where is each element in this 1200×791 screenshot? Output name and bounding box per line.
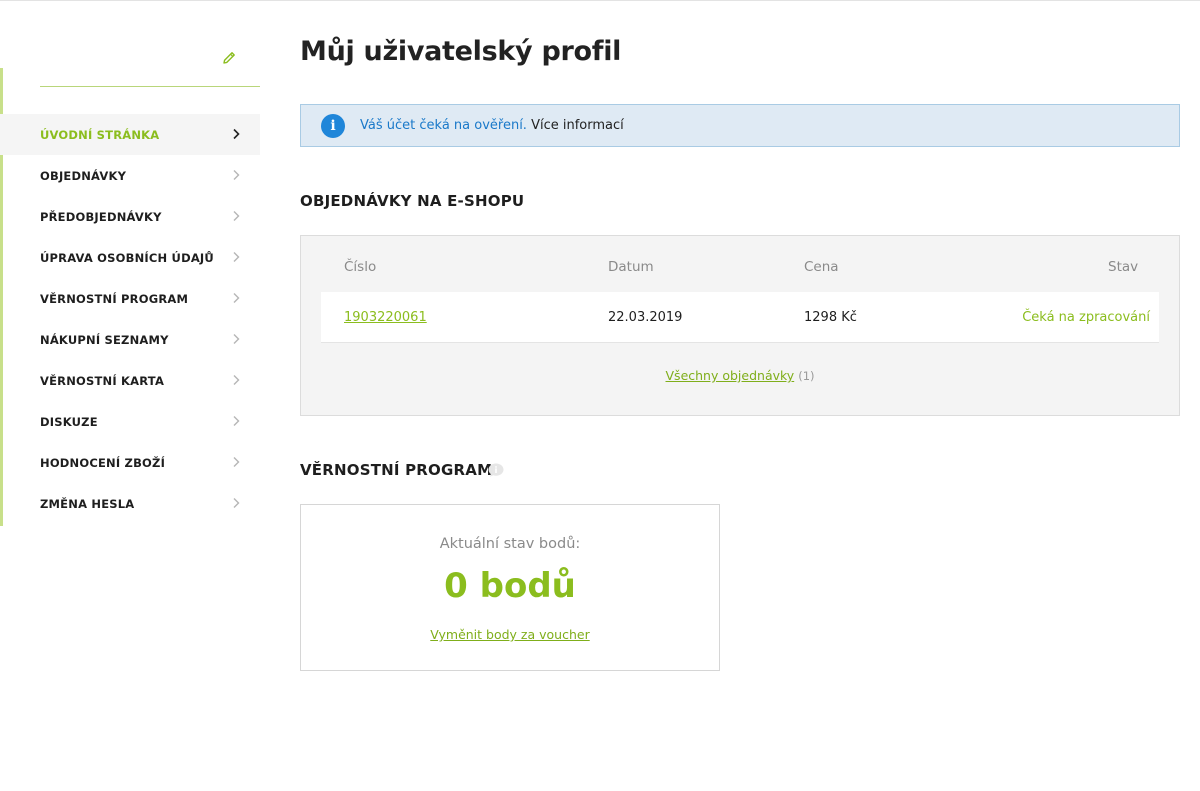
chevron-right-icon [233, 498, 240, 508]
sidebar-item-label: OBJEDNÁVKY [40, 168, 127, 183]
sidebar-item-product-reviews[interactable]: HODNOCENÍ ZBOŽÍ [0, 442, 260, 483]
sidebar-item-orders[interactable]: OBJEDNÁVKY [0, 155, 260, 196]
chevron-right-icon [233, 457, 240, 467]
sidebar-item-label: HODNOCENÍ ZBOŽÍ [40, 455, 166, 470]
sidebar-item-change-password[interactable]: ZMĚNA HESLA [0, 483, 260, 524]
page-title: Můj uživatelský profil [300, 36, 622, 67]
column-header-date: Datum [608, 259, 654, 275]
loyalty-points-card: Aktuální stav bodů: 0 bodů Vyměnit body … [300, 504, 720, 671]
orders-table: Číslo Datum Cena Stav 1903220061 22.03.2… [300, 235, 1180, 416]
table-row: 1903220061 22.03.2019 1298 Kč Čeká na zp… [321, 292, 1159, 343]
chevron-right-icon [233, 252, 240, 262]
sidebar-nav: ÚVODNÍ STRÁNKA OBJEDNÁVKY PŘEDOBJEDNÁVKY… [0, 114, 260, 524]
sidebar-item-label: VĚRNOSTNÍ PROGRAM [40, 291, 189, 306]
verification-info-banner: i Váš účet čeká na ověření. Více informa… [300, 104, 1180, 147]
orders-table-header: Číslo Datum Cena Stav [301, 236, 1179, 292]
order-number-link[interactable]: 1903220061 [344, 310, 427, 325]
sidebar-item-personal-data[interactable]: ÚPRAVA OSOBNÍCH ÚDAJŮ [0, 237, 260, 278]
chevron-right-icon [233, 375, 240, 385]
all-orders-footer: Všechny objednávky (1) [301, 368, 1179, 383]
sidebar-item-loyalty-card[interactable]: VĚRNOSTNÍ KARTA [0, 360, 260, 401]
chevron-right-icon [233, 293, 240, 303]
sidebar-item-discussion[interactable]: DISKUZE [0, 401, 260, 442]
all-orders-count: (1) [798, 369, 815, 383]
verification-status-text: Váš účet čeká na ověření. [360, 118, 527, 133]
orders-section-title: OBJEDNÁVKY NA E-SHOPU [300, 192, 525, 210]
sidebar: ÚVODNÍ STRÁNKA OBJEDNÁVKY PŘEDOBJEDNÁVKY… [0, 0, 260, 791]
pencil-icon[interactable] [220, 49, 238, 67]
chevron-right-icon [233, 334, 240, 344]
info-bubble-icon[interactable] [487, 462, 505, 478]
chevron-right-icon [233, 128, 240, 140]
sidebar-item-label: VĚRNOSTNÍ KARTA [40, 373, 165, 388]
column-header-status: Stav [1108, 259, 1139, 275]
info-icon: i [321, 113, 345, 138]
sidebar-item-loyalty-program[interactable]: VĚRNOSTNÍ PROGRAM [0, 278, 260, 319]
order-date: 22.03.2019 [608, 310, 683, 325]
sidebar-item-home[interactable]: ÚVODNÍ STRÁNKA [0, 114, 260, 155]
chevron-right-icon [233, 416, 240, 426]
order-price: 1298 Kč [804, 310, 857, 325]
sidebar-divider [40, 86, 260, 87]
points-value: 0 bodů [444, 566, 576, 606]
sidebar-item-label: NÁKUPNÍ SEZNAMY [40, 332, 169, 347]
points-link-wrapper: Vyměnit body za voucher [301, 627, 719, 642]
sidebar-item-label: ÚVODNÍ STRÁNKA [40, 127, 160, 142]
sidebar-item-label: ÚPRAVA OSOBNÍCH ÚDAJŮ [40, 250, 214, 265]
sidebar-item-label: ZMĚNA HESLA [40, 496, 135, 511]
more-info-link[interactable]: Více informací [531, 118, 624, 133]
sidebar-item-label: DISKUZE [40, 414, 98, 429]
column-header-price: Cena [804, 259, 839, 275]
chevron-right-icon [233, 211, 240, 221]
loyalty-section-title: VĚRNOSTNÍ PROGRAM [300, 461, 493, 479]
sidebar-item-shopping-lists[interactable]: NÁKUPNÍ SEZNAMY [0, 319, 260, 360]
column-header-number: Číslo [344, 259, 377, 275]
info-banner-text: Váš účet čeká na ověření. Více informací [360, 118, 624, 133]
sidebar-item-label: PŘEDOBJEDNÁVKY [40, 209, 162, 224]
points-label: Aktuální stav bodů: [439, 536, 581, 552]
chevron-right-icon [233, 170, 240, 180]
exchange-points-link[interactable]: Vyměnit body za voucher [430, 627, 589, 642]
order-status: Čeká na zpracování [1022, 310, 1150, 325]
sidebar-item-preorders[interactable]: PŘEDOBJEDNÁVKY [0, 196, 260, 237]
all-orders-link[interactable]: Všechny objednávky [666, 368, 795, 383]
